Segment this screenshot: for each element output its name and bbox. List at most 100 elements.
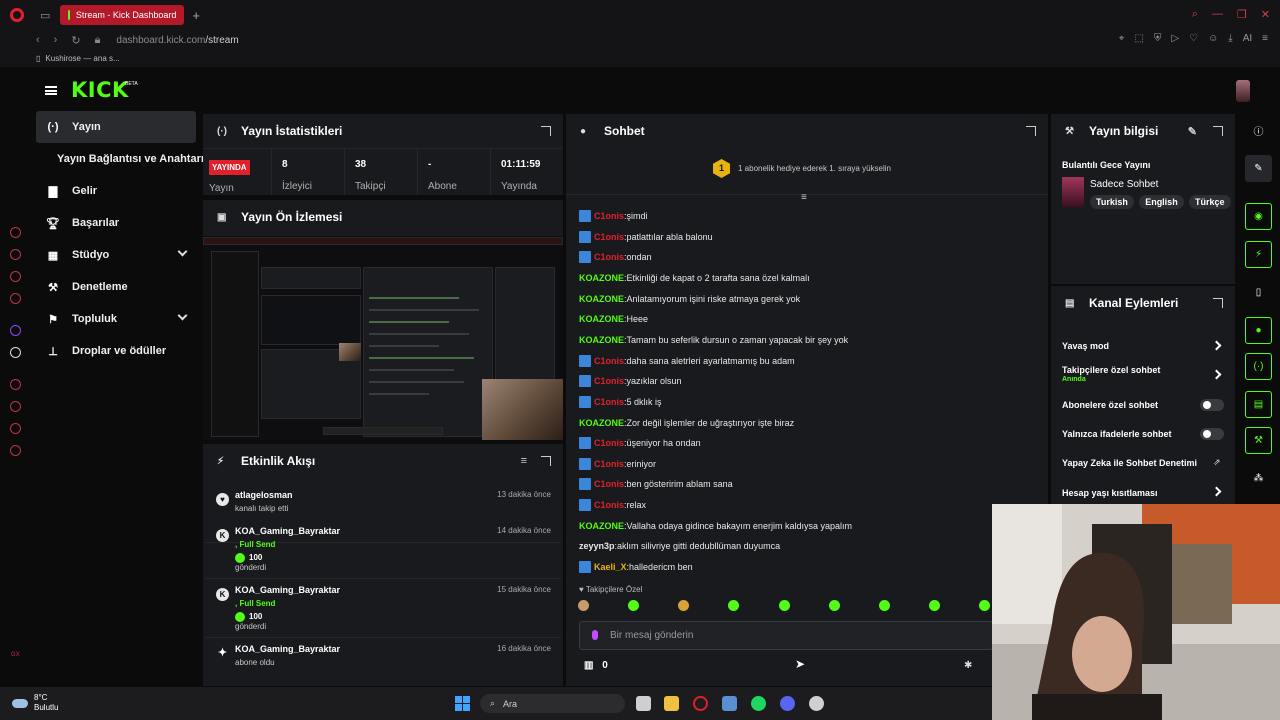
chat-username[interactable]: KOAZONE: [579, 294, 624, 304]
opera-logo-icon[interactable]: [10, 8, 24, 22]
sidebar-app-icon[interactable]: [10, 379, 21, 390]
sidebar-app-icon[interactable]: [10, 249, 21, 260]
task-view-icon[interactable]: [636, 696, 651, 711]
chat-username[interactable]: C1onis: [594, 459, 624, 469]
shield-icon[interactable]: ⛨: [1154, 33, 1162, 44]
chat-message[interactable]: C1onis: eriniyor: [579, 455, 656, 473]
gx-icon[interactable]: GX: [11, 652, 20, 658]
popout-icon[interactable]: [1213, 298, 1223, 308]
chat-settings-icon[interactable]: ✱: [964, 660, 972, 671]
chat-message[interactable]: C1onis: ondan: [579, 248, 652, 266]
channel-actions-icon[interactable]: ▤: [1245, 391, 1272, 418]
chat-username[interactable]: C1onis: [594, 397, 624, 407]
emote-icon[interactable]: [928, 600, 940, 611]
chat-message[interactable]: C1onis: üşeniyor ha ondan: [579, 434, 701, 452]
category-name[interactable]: Sadece Sohbet: [1090, 179, 1158, 190]
edit-icon[interactable]: ✎: [1245, 155, 1272, 182]
nav-item-topluluk[interactable]: ⚑ Topluluk: [30, 303, 202, 335]
nav-item-denetleme[interactable]: ⚒ Denetleme: [30, 271, 202, 303]
app-icon[interactable]: [809, 696, 824, 711]
chat-message[interactable]: C1onis: yazıklar olsun: [579, 372, 682, 390]
document-icon[interactable]: ▯: [1245, 279, 1272, 306]
stream-preview[interactable]: [203, 237, 563, 440]
pinned-toggle-icon[interactable]: ≡: [801, 192, 807, 203]
tab-overview-icon[interactable]: ▭: [40, 9, 50, 22]
url-field[interactable]: dashboard.kick.com/stream: [116, 35, 238, 46]
heart-icon[interactable]: ♡: [1189, 33, 1198, 44]
close-button[interactable]: ✕: [1261, 8, 1270, 21]
emote-icon[interactable]: [979, 600, 990, 611]
edit-icon[interactable]: ✎: [1188, 125, 1197, 138]
slow-mode-row[interactable]: Yavaş mod: [1062, 341, 1109, 351]
chat-message[interactable]: KOAZONE: Etkinliği de kapat o 2 tarafta …: [579, 269, 810, 287]
discord-icon[interactable]: [780, 696, 795, 711]
feed-item[interactable]: K KOA_Gaming_Bayraktar 14 dakika önce , …: [205, 521, 561, 579]
nav-item-droplar[interactable]: ⊥ Droplar ve ödüller: [30, 335, 202, 367]
chat-username[interactable]: C1onis: [594, 232, 624, 242]
emote-icon[interactable]: [878, 600, 890, 611]
nav-item-basarilar[interactable]: 🏆︎ Başarılar: [30, 207, 202, 239]
chat-message[interactable]: C1onis: şimdi: [579, 207, 648, 225]
camera-icon[interactable]: ◉: [1245, 203, 1272, 230]
opera-gx-icon[interactable]: [693, 696, 708, 711]
windows-start-icon[interactable]: [455, 696, 470, 711]
ai-button[interactable]: AI: [1243, 33, 1252, 44]
maximize-button[interactable]: ❐: [1237, 8, 1247, 21]
browser-tab[interactable]: Stream - Kick Dashboard: [60, 5, 185, 25]
pin-icon[interactable]: ⌖: [1119, 33, 1125, 44]
emote-icon[interactable]: [778, 600, 790, 611]
sidebar-app-icon[interactable]: [10, 423, 21, 434]
back-button[interactable]: ‹: [36, 34, 40, 47]
chat-username[interactable]: C1onis: [594, 479, 624, 489]
chat-message[interactable]: C1onis: patlattılar abla balonu: [579, 228, 713, 246]
tag[interactable]: English: [1139, 195, 1184, 209]
nav-item-gelir[interactable]: ▇ Gelir: [30, 175, 202, 207]
chat-username[interactable]: C1onis: [594, 438, 624, 448]
sidebar-app-icon[interactable]: [10, 293, 21, 304]
new-tab-button[interactable]: +: [192, 8, 200, 23]
chat-message[interactable]: C1onis: 5 dklık iş: [579, 393, 662, 411]
chat-message[interactable]: Kaeli_X: halledericm ben: [579, 558, 693, 576]
emote-icon[interactable]: [678, 600, 690, 611]
broadcast-icon[interactable]: (·): [1245, 353, 1272, 380]
lightning-icon[interactable]: ⚡︎: [1245, 241, 1272, 268]
weather-widget[interactable]: 8°C Bulutlu: [12, 693, 58, 713]
chat-message[interactable]: C1onis: daha sana aletrleri ayarlatmamış…: [579, 352, 795, 370]
emote-icon[interactable]: [578, 600, 589, 611]
file-explorer-icon[interactable]: [664, 696, 679, 711]
chat-message[interactable]: KOAZONE: Heee: [579, 310, 648, 328]
channel-points[interactable]: ▥ 0: [584, 660, 608, 671]
emotes-only-toggle[interactable]: [1200, 428, 1224, 440]
x-icon[interactable]: [10, 347, 21, 358]
filter-icon[interactable]: ≡: [521, 455, 527, 467]
avatar[interactable]: [1236, 80, 1250, 102]
chat-username[interactable]: C1onis: [594, 252, 624, 262]
tag[interactable]: Türkçe: [1189, 195, 1231, 209]
popout-icon[interactable]: [1213, 126, 1223, 136]
chat-username[interactable]: Kaeli_X: [594, 562, 627, 572]
account-age-row[interactable]: Hesap yaşı kısıtlaması: [1062, 488, 1158, 498]
taskbar-search[interactable]: ⌕ Ara: [480, 694, 625, 713]
chat-message[interactable]: C1onis: relax: [579, 496, 646, 514]
chat-message-input[interactable]: Bir mesaj gönderin: [579, 621, 993, 650]
twitch-icon[interactable]: [10, 325, 21, 336]
menu-icon[interactable]: ≡: [1262, 33, 1268, 44]
chat-username[interactable]: KOAZONE: [579, 335, 624, 345]
chat-username[interactable]: C1onis: [594, 211, 624, 221]
chat-icon[interactable]: ●: [1245, 317, 1272, 344]
settings-icon[interactable]: [10, 445, 21, 456]
chat-username[interactable]: KOAZONE: [579, 314, 624, 324]
chat-username[interactable]: KOAZONE: [579, 273, 624, 283]
app-icon[interactable]: [722, 696, 737, 711]
subscribers-only-toggle[interactable]: [1200, 399, 1224, 411]
microphone-icon[interactable]: [592, 630, 598, 640]
chat-message[interactable]: KOAZONE: Zor değil işlemler de uğraştırı…: [579, 414, 794, 432]
info-icon[interactable]: ⓘ: [1245, 117, 1272, 144]
nav-item-yayin[interactable]: (·) Yayın: [36, 111, 196, 143]
forward-button[interactable]: ›: [54, 34, 58, 47]
feed-item[interactable]: K KOA_Gaming_Bayraktar 15 dakika önce , …: [205, 580, 561, 638]
play-icon[interactable]: ▷: [1171, 33, 1179, 44]
chat-message[interactable]: zeyyn3p: aklım silivriye gitti dedubllüm…: [579, 537, 780, 555]
more-icon[interactable]: ⁂: [1245, 465, 1272, 492]
emote-icon[interactable]: [728, 600, 740, 611]
